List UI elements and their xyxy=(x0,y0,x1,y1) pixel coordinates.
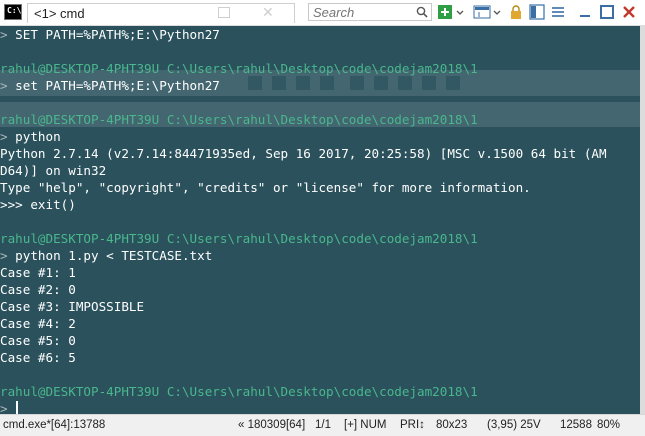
menu-icon[interactable] xyxy=(550,3,566,21)
output-line: Case #3: IMPOSSIBLE xyxy=(0,299,145,314)
prompt-path: C:\Users\rahul\Desktop\code\codejam2018\… xyxy=(166,231,478,246)
status-process: cmd.exe*[64]:13788 xyxy=(3,419,106,431)
console-area[interactable]: > SET PATH=%PATH%;E:\Python27 rahul@DESK… xyxy=(0,26,640,414)
prompt-user: rahul@DESKTOP-4PHT39U xyxy=(0,112,167,127)
command-line: > SET PATH=%PATH%;E:\Python27 xyxy=(0,26,640,43)
command-text: set PATH=%PATH%;E:\Python27 xyxy=(15,78,220,93)
search-input[interactable] xyxy=(309,4,417,20)
console-list-dropdown-icon[interactable] xyxy=(492,3,502,21)
status-size: 80x23 xyxy=(436,419,468,431)
command-line: > python 1.py < TESTCASE.txt xyxy=(0,247,640,264)
text-cursor xyxy=(16,401,19,414)
output-line: Case #2: 0 xyxy=(0,282,76,297)
status-indicators: [+] NUM xyxy=(344,419,387,431)
prompt-user: rahul@DESKTOP-4PHT39U xyxy=(0,231,167,246)
status-bar: cmd.exe*[64]:13788 « 180309[64] 1/1 [+] … xyxy=(0,414,645,436)
prompt-path: C:\Users\rahul\Desktop\code\codejam2018\… xyxy=(166,384,478,399)
status-position: « 180309[64] xyxy=(238,419,306,431)
prompt-symbol: > xyxy=(0,78,16,93)
output-line: Case #4: 2 xyxy=(0,316,76,331)
close-icon[interactable] xyxy=(621,3,637,21)
console-output: > SET PATH=%PATH%;E:\Python27 rahul@DESK… xyxy=(0,26,640,414)
command-line: > python xyxy=(0,128,640,145)
maximize-icon[interactable] xyxy=(599,3,615,21)
prompt-symbol: > xyxy=(0,401,16,414)
prompt-line: rahul@DESKTOP-4PHT39U C:\Users\rahul\Des… xyxy=(0,383,640,400)
tab-close-icon[interactable]: ✕ xyxy=(262,4,274,21)
console-tab[interactable]: <1> cmd ✕ xyxy=(27,3,295,23)
minimize-icon[interactable] xyxy=(578,3,592,21)
prompt-line: rahul@DESKTOP-4PHT39U C:\Users\rahul\Des… xyxy=(0,230,640,247)
split-view-icon[interactable] xyxy=(529,3,545,21)
output-line: >>> exit() xyxy=(0,197,76,212)
output-line: Python 2.7.14 (v2.7.14:84471935ed, Sep 1… xyxy=(0,146,607,161)
prompt-line: rahul@DESKTOP-4PHT39U C:\Users\rahul\Des… xyxy=(0,111,640,128)
status-cursor: (3,95) 25V xyxy=(487,419,541,431)
search-box[interactable] xyxy=(308,3,432,21)
output-line: Case #5: 0 xyxy=(0,333,76,348)
command-text: SET PATH=%PATH%;E:\Python27 xyxy=(15,27,220,42)
prompt-path: C:\Users\rahul\Desktop\code\codejam2018\… xyxy=(166,61,478,76)
vertical-scrollbar[interactable] xyxy=(640,26,645,414)
prompt-path: C:\Users\rahul\Desktop\code\codejam2018\… xyxy=(166,112,478,127)
output-line: D64)] on win32 xyxy=(0,163,107,178)
status-pane: 1/1 xyxy=(315,419,331,431)
command-text: python xyxy=(15,129,61,144)
status-zoom: 80% xyxy=(597,419,621,431)
prompt-user: rahul@DESKTOP-4PHT39U xyxy=(0,61,167,76)
status-buffer: 12588 xyxy=(560,419,592,431)
search-icon[interactable] xyxy=(416,6,428,18)
title-bar: C:\ <1> cmd ✕ xyxy=(0,0,645,26)
lock-icon[interactable] xyxy=(509,3,523,21)
status-priority: PRI↕ xyxy=(400,419,425,431)
prompt-user: rahul@DESKTOP-4PHT39U xyxy=(0,384,167,399)
prompt-symbol: > xyxy=(0,248,16,263)
prompt-symbol: > xyxy=(0,129,16,144)
new-console-icon[interactable] xyxy=(437,3,453,21)
cmd-app-icon[interactable]: C:\ xyxy=(4,4,22,20)
output-line: Case #1: 1 xyxy=(0,265,76,280)
tab-title: <1> cmd xyxy=(34,6,85,21)
command-input-line: > xyxy=(0,400,640,414)
console-list-icon[interactable] xyxy=(473,3,491,21)
new-console-dropdown-icon[interactable] xyxy=(455,3,465,21)
command-text: python 1.py < TESTCASE.txt xyxy=(15,248,213,263)
output-line: Type "help", "copyright", "credits" or "… xyxy=(0,180,531,195)
prompt-line: rahul@DESKTOP-4PHT39U C:\Users\rahul\Des… xyxy=(0,60,640,77)
command-line: > set PATH=%PATH%;E:\Python27 xyxy=(0,77,640,94)
output-line: Case #6: 5 xyxy=(0,350,76,365)
tab-restore-icon[interactable] xyxy=(218,7,230,18)
prompt-symbol: > xyxy=(0,27,16,42)
